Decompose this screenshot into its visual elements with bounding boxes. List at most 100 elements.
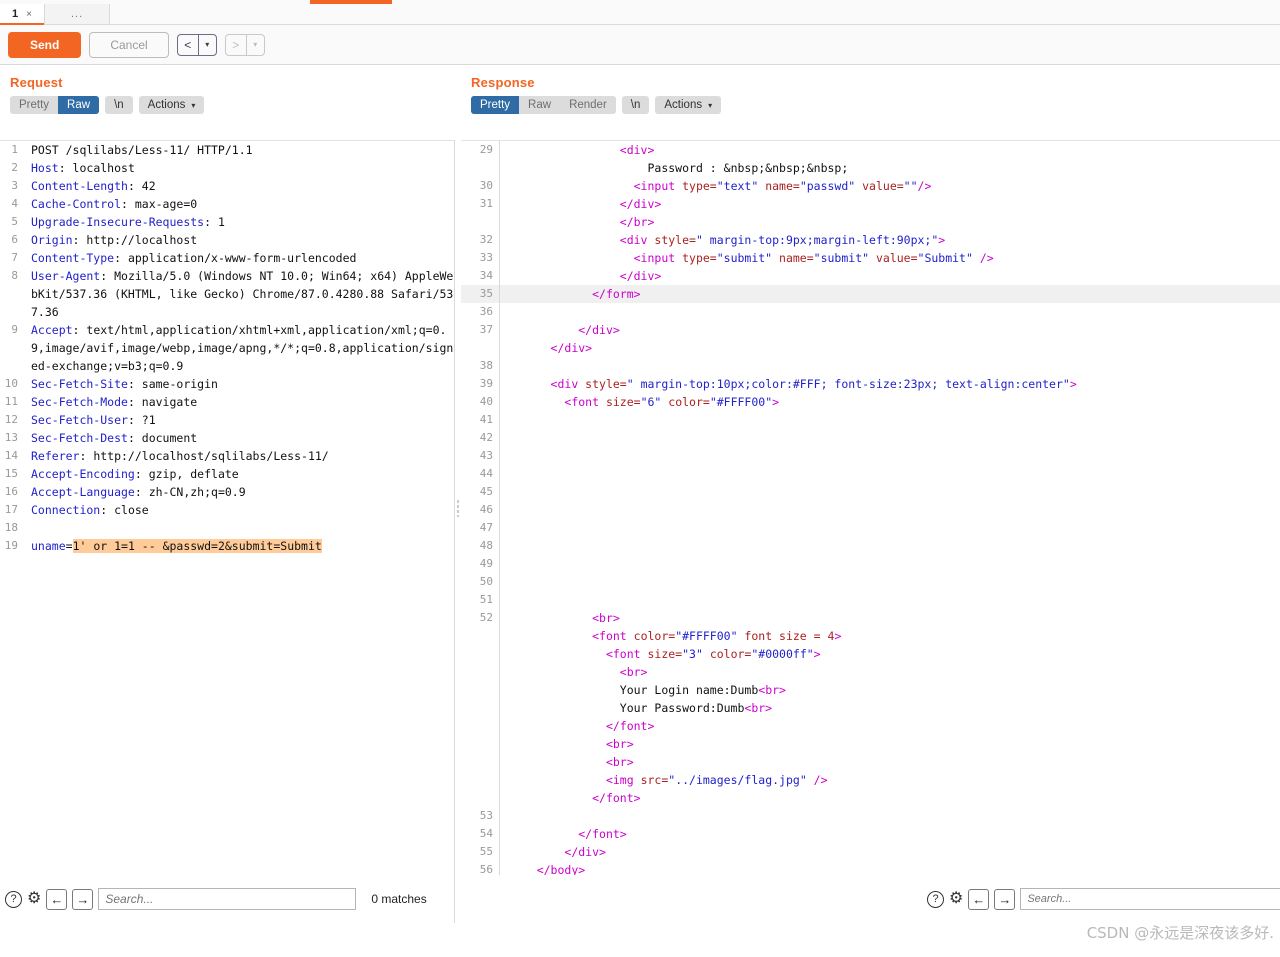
code-text: Host: localhost xyxy=(24,159,454,177)
code-line: <br> xyxy=(461,753,1280,771)
code-text: Cache-Control: max-age=0 xyxy=(24,195,454,213)
line-number: 30 xyxy=(461,177,499,195)
line-number: 11 xyxy=(0,393,24,411)
repeater-tab-1[interactable]: 1 × xyxy=(0,4,45,24)
code-line: 53 xyxy=(461,807,1280,825)
code-line: 8User-Agent: Mozilla/5.0 (Windows NT 10.… xyxy=(0,267,454,321)
code-text xyxy=(499,303,1280,321)
code-text: <font size="3" color="#0000ff"> xyxy=(499,645,1280,663)
line-number: 6 xyxy=(0,231,24,249)
gear-icon[interactable]: ⚙ xyxy=(949,891,963,907)
request-actions-button[interactable]: Actions ▾ xyxy=(139,96,205,114)
line-number: 15 xyxy=(0,465,24,483)
code-text: Accept: text/html,application/xhtml+xml,… xyxy=(24,321,454,375)
line-number: 50 xyxy=(461,573,499,591)
search-prev-button[interactable]: ← xyxy=(46,889,67,910)
code-line: 7Content-Type: application/x-www-form-ur… xyxy=(0,249,454,267)
line-number: 46 xyxy=(461,501,499,519)
response-actions-button[interactable]: Actions ▾ xyxy=(655,96,721,114)
help-icon[interactable]: ? xyxy=(927,891,944,908)
back-dropdown-icon[interactable]: ▾ xyxy=(199,35,216,55)
code-text: <div> xyxy=(499,141,1280,159)
response-editor[interactable]: 29 <div> Password : &nbsp;&nbsp;&nbsp;30… xyxy=(461,140,1280,875)
code-text: Connection: close xyxy=(24,501,454,519)
line-number: 41 xyxy=(461,411,499,429)
response-newline-toggle[interactable]: \n xyxy=(622,96,650,114)
code-line: 18 xyxy=(0,519,454,537)
code-text: </font> xyxy=(499,825,1280,843)
request-footer: ? ⚙ ← → 0 matches xyxy=(0,875,455,923)
code-line: <font size="3" color="#0000ff"> xyxy=(461,645,1280,663)
search-next-button[interactable]: → xyxy=(72,889,93,910)
code-line: 4Cache-Control: max-age=0 xyxy=(0,195,454,213)
code-line: 37 </div> xyxy=(461,321,1280,339)
response-view-controls: Pretty Raw Render \n Actions ▾ xyxy=(461,96,1280,120)
code-text: </font> xyxy=(499,717,1280,735)
response-tab-pretty[interactable]: Pretty xyxy=(471,96,519,114)
response-search-input[interactable] xyxy=(1020,888,1280,910)
response-footer: ? ⚙ ← → xyxy=(922,875,1280,923)
line-number: 56 xyxy=(461,861,499,875)
line-number: 55 xyxy=(461,843,499,861)
response-tab-render[interactable]: Render xyxy=(560,96,616,114)
code-line: 46 xyxy=(461,501,1280,519)
chevron-left-icon[interactable]: < xyxy=(178,35,199,55)
code-text: <div style=" margin-top:10px;color:#FFF;… xyxy=(499,375,1280,393)
line-number: 32 xyxy=(461,231,499,249)
search-next-button[interactable]: → xyxy=(994,889,1015,910)
code-text xyxy=(499,537,1280,555)
code-text: <br> xyxy=(499,609,1280,627)
code-line: 11Sec-Fetch-Mode: navigate xyxy=(0,393,454,411)
chevron-right-icon: > xyxy=(226,35,247,55)
back-split-button[interactable]: < ▾ xyxy=(177,34,217,56)
request-editor[interactable]: 1POST /sqlilabs/Less-11/ HTTP/1.12Host: … xyxy=(0,140,455,875)
line-number: 12 xyxy=(0,411,24,429)
code-line: 43 xyxy=(461,447,1280,465)
response-tab-raw[interactable]: Raw xyxy=(519,96,560,114)
request-title: Request xyxy=(0,65,455,96)
line-number: 18 xyxy=(0,519,24,537)
request-newline-toggle[interactable]: \n xyxy=(105,96,133,114)
code-line: 34 </div> xyxy=(461,267,1280,285)
code-text xyxy=(499,465,1280,483)
search-prev-button[interactable]: ← xyxy=(968,889,989,910)
line-number: 40 xyxy=(461,393,499,411)
close-icon[interactable]: × xyxy=(26,9,32,20)
line-number: 52 xyxy=(461,609,499,627)
line-number: 54 xyxy=(461,825,499,843)
code-line: </div> xyxy=(461,339,1280,357)
code-line: 47 xyxy=(461,519,1280,537)
code-line: 56 </body> xyxy=(461,861,1280,875)
code-line: 42 xyxy=(461,429,1280,447)
gear-icon[interactable]: ⚙ xyxy=(27,891,41,907)
code-text xyxy=(499,807,1280,825)
code-text xyxy=(499,519,1280,537)
request-tab-pretty[interactable]: Pretty xyxy=(10,96,58,114)
line-number: 17 xyxy=(0,501,24,519)
help-icon[interactable]: ? xyxy=(5,891,22,908)
request-tab-raw[interactable]: Raw xyxy=(58,96,99,114)
code-text: </div> xyxy=(499,339,1280,357)
code-line: 40 <font size="6" color="#FFFF00"> xyxy=(461,393,1280,411)
line-number: 31 xyxy=(461,195,499,213)
code-line: </font> xyxy=(461,717,1280,735)
code-text: POST /sqlilabs/Less-11/ HTTP/1.1 xyxy=(24,141,454,159)
forward-split-button: > ▾ xyxy=(225,34,265,56)
request-search-input[interactable] xyxy=(98,888,356,910)
code-line: 51 xyxy=(461,591,1280,609)
code-line: </br> xyxy=(461,213,1280,231)
repeater-tab-more[interactable]: ... xyxy=(45,4,110,24)
line-number: 37 xyxy=(461,321,499,339)
code-text: <br> xyxy=(499,663,1280,681)
request-pane: Request Pretty Raw \n Actions ▾ 1POST /s… xyxy=(0,65,455,923)
repeater-toolbar: Send Cancel < ▾ > ▾ xyxy=(0,25,1280,65)
splitter-grip-icon[interactable] xyxy=(457,499,459,517)
response-view-toggle: Pretty Raw Render xyxy=(471,96,616,114)
line-number: 47 xyxy=(461,519,499,537)
line-number: 19 xyxy=(0,537,24,555)
code-line: Your Password:Dumb<br> xyxy=(461,699,1280,717)
send-button[interactable]: Send xyxy=(8,32,81,58)
line-number: 44 xyxy=(461,465,499,483)
line-number: 42 xyxy=(461,429,499,447)
code-line: <font color="#FFFF00" font size = 4> xyxy=(461,627,1280,645)
